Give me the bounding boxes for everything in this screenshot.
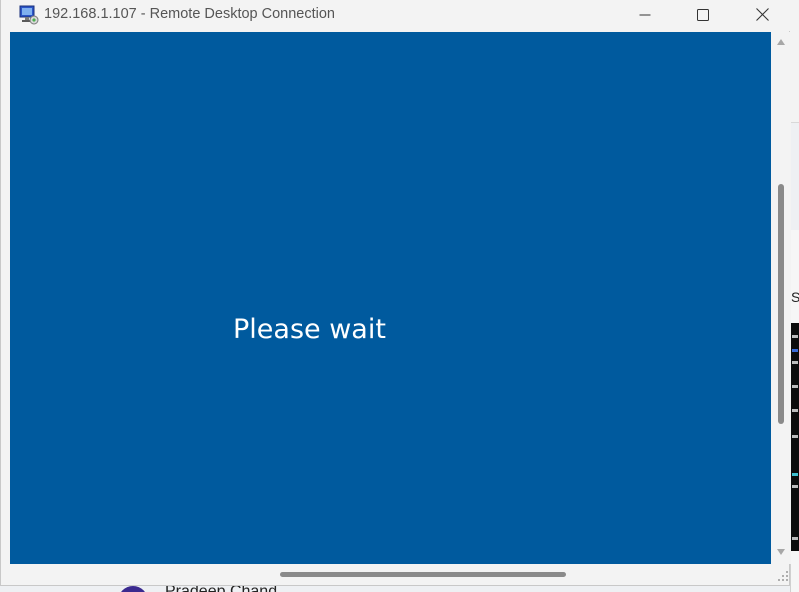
scroll-down-icon[interactable] xyxy=(777,549,785,555)
horizontal-scroll-thumb[interactable] xyxy=(280,572,566,577)
close-button[interactable] xyxy=(739,0,785,29)
minimize-icon xyxy=(639,14,651,15)
vertical-scrollbar[interactable] xyxy=(772,32,791,564)
background-terminal xyxy=(791,323,799,551)
horizontal-scrollbar[interactable] xyxy=(10,564,772,585)
maximize-button[interactable] xyxy=(680,0,726,29)
vertical-scroll-thumb[interactable] xyxy=(778,184,784,424)
status-message: Please wait xyxy=(233,314,386,345)
title-bar[interactable]: 192.168.1.107 - Remote Desktop Connectio… xyxy=(1,0,791,31)
avatar xyxy=(118,586,148,592)
close-icon xyxy=(755,8,769,21)
remote-desktop-window: 192.168.1.107 - Remote Desktop Connectio… xyxy=(0,0,791,586)
scroll-up-icon[interactable] xyxy=(777,39,785,45)
resize-grip-icon[interactable] xyxy=(777,570,789,582)
maximize-icon xyxy=(697,8,709,21)
minimize-button[interactable] xyxy=(622,0,668,29)
remote-desktop-icon xyxy=(19,5,39,25)
window-title: 192.168.1.107 - Remote Desktop Connectio… xyxy=(44,6,335,22)
background-panel-letter: S xyxy=(791,289,799,305)
remote-session-screen[interactable]: Please wait xyxy=(10,32,771,564)
